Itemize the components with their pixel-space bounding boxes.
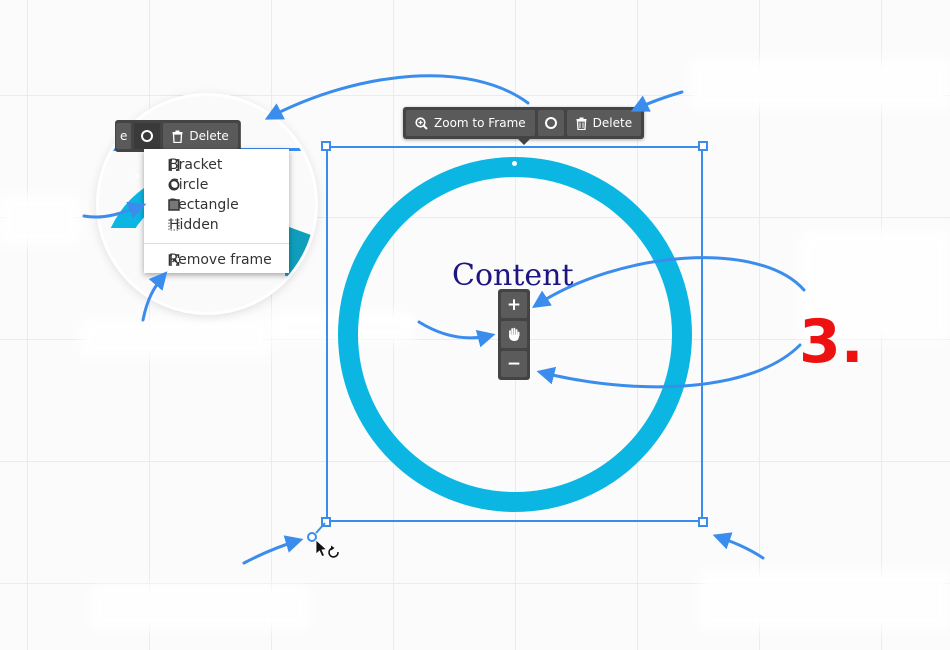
arrow-to-delete-button <box>630 90 684 112</box>
arrow-to-zoom-out <box>536 343 802 389</box>
arrow-to-rotate-handle <box>242 535 304 565</box>
annotation-arrows-layer <box>82 74 806 565</box>
rotate-handle[interactable] <box>307 522 326 542</box>
arrow-to-pan-button <box>417 320 496 348</box>
arrow-to-zoom-in <box>531 256 806 308</box>
arrow-toolbar-to-callout <box>264 74 530 120</box>
arrow-to-bottom-right-handle <box>712 532 765 560</box>
arrow-group <box>82 74 806 565</box>
arrow-to-rectangle-option <box>82 201 147 219</box>
rotate-cursor-icon <box>315 539 339 558</box>
arrow-to-remove-frame <box>141 271 168 322</box>
